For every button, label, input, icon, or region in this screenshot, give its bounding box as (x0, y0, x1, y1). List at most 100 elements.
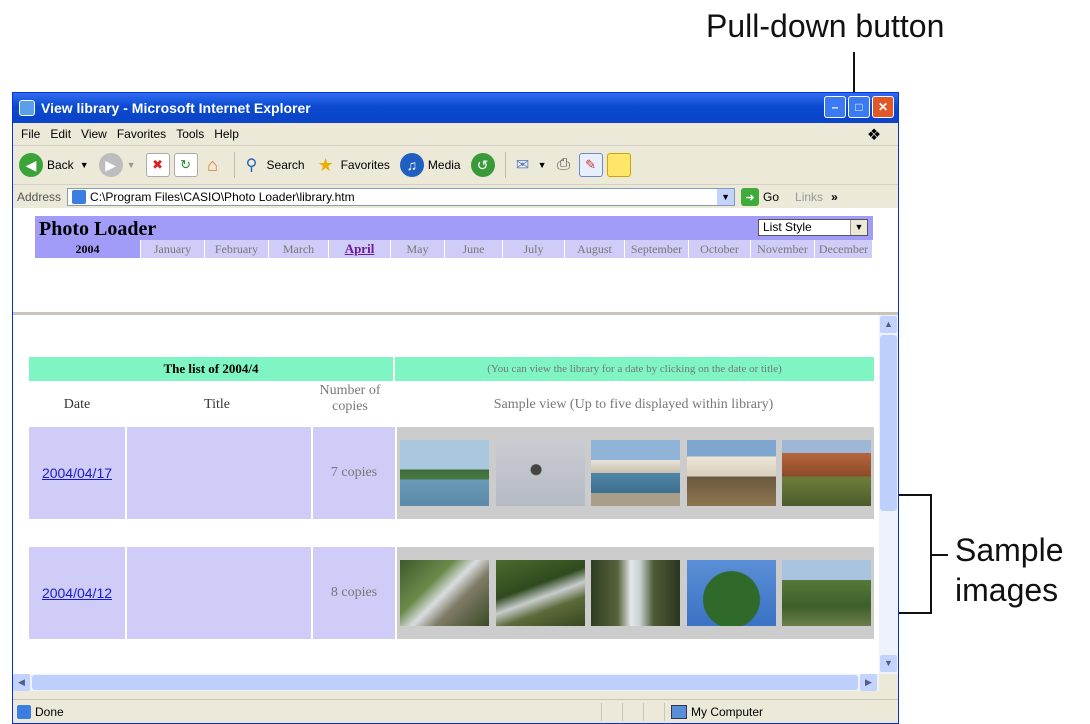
month-july[interactable]: July (503, 240, 565, 258)
menu-edit[interactable]: Edit (50, 127, 71, 141)
column-copies-line2: copies (332, 399, 368, 414)
links-label[interactable]: Links (795, 190, 823, 204)
view-style-select[interactable]: List Style ▼ (758, 219, 868, 236)
month-august[interactable]: August (565, 240, 625, 258)
sample-thumbnail[interactable] (400, 560, 489, 626)
sample-thumbnail[interactable] (782, 560, 871, 626)
menu-favorites[interactable]: Favorites (117, 127, 166, 141)
month-june[interactable]: June (445, 240, 503, 258)
sample-thumbnail[interactable] (495, 440, 585, 506)
back-dropdown-icon[interactable]: ▼ (80, 160, 89, 170)
horizontal-scrollbar[interactable]: ◀ ▶ (13, 674, 879, 691)
refresh-icon[interactable]: ↻ (173, 153, 198, 177)
security-zone: My Computer (664, 703, 763, 721)
menu-tools[interactable]: Tools (176, 127, 204, 141)
sample-thumbnail[interactable] (591, 560, 680, 626)
back-label: Back (47, 158, 74, 172)
menu-bar: File Edit View Favorites Tools Help ❖ (13, 123, 898, 146)
app-title: Photo Loader (39, 218, 157, 240)
month-december[interactable]: December (815, 240, 873, 258)
sample-thumbnail[interactable] (400, 440, 489, 506)
scroll-right-icon[interactable]: ▶ (860, 674, 877, 691)
window-title: View library - Microsoft Internet Explor… (41, 100, 311, 116)
address-dropdown-icon[interactable]: ▼ (717, 189, 735, 205)
sample-thumbnail[interactable] (495, 560, 585, 626)
month-october[interactable]: October (689, 240, 751, 258)
month-march[interactable]: March (269, 240, 329, 258)
date-link[interactable]: 2004/04/12 (42, 585, 112, 601)
view-style-value: List Style (763, 220, 812, 234)
month-february[interactable]: February (205, 240, 269, 258)
scroll-up-icon[interactable]: ▲ (880, 316, 897, 333)
month-may[interactable]: May (391, 240, 445, 258)
title-cell[interactable] (127, 547, 313, 639)
title-cell[interactable] (127, 427, 313, 519)
menu-view[interactable]: View (81, 127, 107, 141)
mail-dropdown-icon[interactable]: ▼ (538, 160, 547, 170)
month-january[interactable]: January (141, 240, 205, 258)
media-button[interactable]: ♫ Media (399, 153, 461, 177)
library-frame: The list of 2004/4 (You can view the lib… (13, 315, 879, 674)
forward-arrow-icon: ▶ (98, 153, 123, 177)
sample-thumbnail[interactable] (782, 440, 871, 506)
column-sample: Sample view (Up to five displayed within… (493, 397, 774, 412)
history-icon[interactable]: ↺ (470, 153, 495, 177)
edit-icon[interactable]: ✎ (578, 153, 603, 177)
pulldown-button-icon[interactable]: ▼ (850, 220, 867, 235)
scroll-left-icon[interactable]: ◀ (13, 674, 30, 691)
vertical-scroll-thumb[interactable] (880, 335, 897, 511)
top-frame: Photo Loader List Style ▼ 2004 January F… (13, 208, 898, 315)
scroll-down-icon[interactable]: ▼ (880, 655, 897, 672)
forward-button[interactable]: ▶ ▼ (98, 153, 136, 177)
browser-window: View library - Microsoft Internet Explor… (12, 92, 899, 724)
sample-thumbnail[interactable] (686, 440, 776, 506)
date-link[interactable]: 2004/04/17 (42, 465, 112, 481)
sample-thumbnail[interactable] (591, 440, 680, 506)
sample-callout-bracket-tick (930, 554, 948, 556)
favorites-button[interactable]: ★ Favorites (315, 154, 389, 176)
table-row: 2004/04/12 8 copies (29, 547, 874, 639)
vertical-scrollbar[interactable]: ▲ ▼ (879, 315, 898, 674)
title-bar[interactable]: View library - Microsoft Internet Explor… (13, 93, 898, 123)
horizontal-scroll-thumb[interactable] (32, 675, 858, 690)
zone-text: My Computer (691, 705, 764, 719)
minimize-button[interactable]: – (824, 96, 846, 118)
app-header: Photo Loader List Style ▼ (35, 216, 873, 240)
back-button[interactable]: ◀ Back ▼ (19, 153, 89, 177)
pulldown-callout-label: Pull-down button (706, 8, 945, 44)
toolbar: ◀ Back ▼ ▶ ▼ ✖ ↻ ⌂ ⚲ Search ★ Favorites … (13, 146, 898, 185)
status-left: Done (13, 705, 601, 719)
print-icon[interactable]: ⎙ (553, 154, 575, 176)
date-cell: 2004/04/12 (29, 547, 127, 639)
month-september[interactable]: September (625, 240, 689, 258)
address-label: Address (17, 190, 62, 204)
status-segment (601, 703, 622, 721)
close-button[interactable]: ✕ (872, 96, 894, 118)
sample-thumbnail[interactable] (686, 560, 776, 626)
mail-icon[interactable]: ✉ (512, 154, 534, 176)
month-november[interactable]: November (751, 240, 815, 258)
menu-file[interactable]: File (21, 127, 40, 141)
windows-logo-icon: ❖ (866, 127, 882, 144)
forward-dropdown-icon[interactable]: ▼ (127, 160, 136, 170)
favorites-star-icon: ★ (317, 154, 334, 175)
address-field[interactable]: C:\Program Files\CASIO\Photo Loader\libr… (67, 188, 736, 206)
search-button[interactable]: ⚲ Search (241, 154, 305, 176)
status-segment (622, 703, 643, 721)
date-cell: 2004/04/17 (29, 427, 127, 519)
go-button[interactable]: ➜ Go (741, 188, 779, 206)
stop-icon[interactable]: ✖ (145, 153, 170, 177)
address-value: C:\Program Files\CASIO\Photo Loader\libr… (90, 190, 355, 204)
copies-cell: 8 copies (313, 547, 397, 639)
status-text: Done (35, 705, 64, 719)
discuss-icon[interactable] (606, 153, 631, 177)
column-title: Title (204, 397, 230, 412)
chevron-right-icon[interactable]: » (831, 190, 838, 204)
maximize-button[interactable]: □ (848, 96, 870, 118)
go-arrow-icon: ➜ (741, 188, 760, 206)
month-april[interactable]: April (329, 240, 391, 258)
home-icon[interactable]: ⌂ (202, 154, 224, 176)
table-row: 2004/04/17 7 copies (29, 427, 874, 519)
library-heading: The list of 2004/4 (29, 357, 393, 381)
menu-help[interactable]: Help (214, 127, 239, 141)
